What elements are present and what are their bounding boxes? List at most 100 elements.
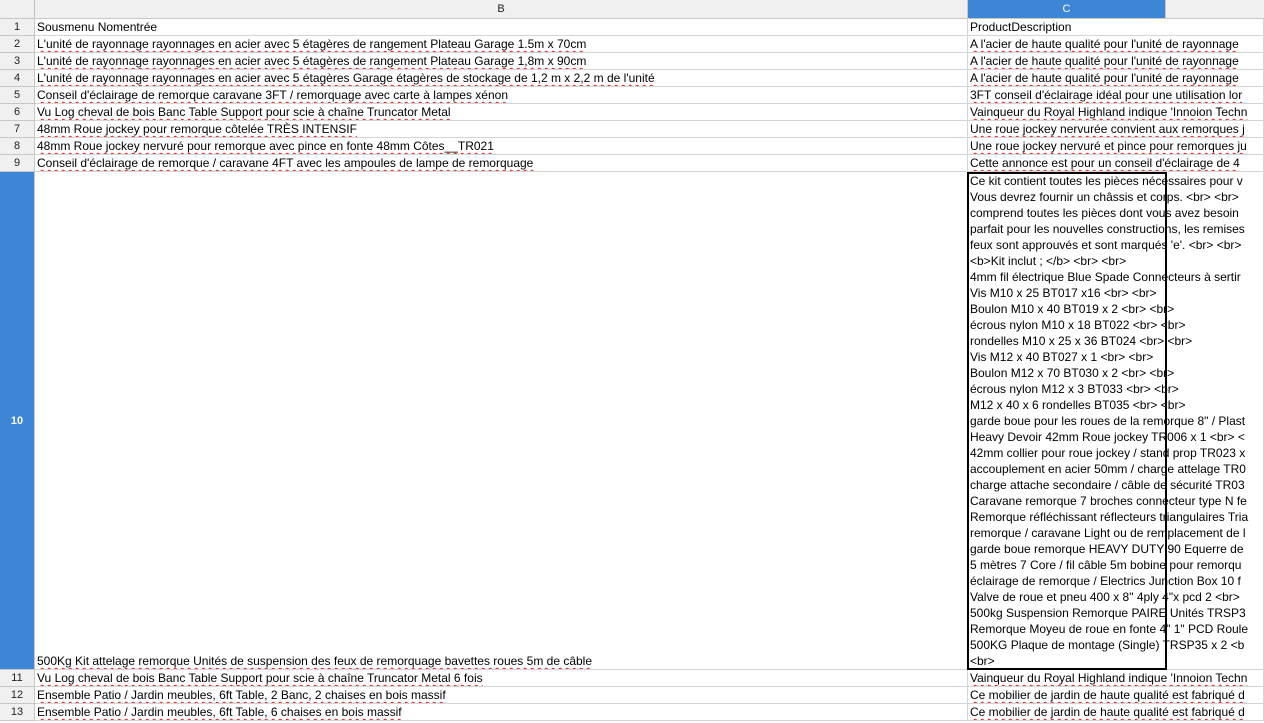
row-header-11[interactable]: 11 — [0, 670, 35, 687]
cell-c10-line: éclairage de remorque / Electrics Juncti… — [970, 574, 1241, 588]
cell-c10-line: Remorque Moyeu de roue en fonte 4" 1" PC… — [970, 622, 1249, 636]
cell-b9[interactable]: Conseil d'éclairage de remorque / carava… — [35, 155, 968, 172]
cell-c10-line: Caravane remorque 7 broches connecteur t… — [970, 494, 1247, 508]
cell-text: ProductDescription — [970, 20, 1072, 34]
cell-text: 48mm Roue jockey nervuré pour remorque a… — [37, 139, 494, 153]
cell-c10-line: comprend toutes les pièces dont vous ave… — [970, 206, 1239, 220]
cell-text: A l'acier de haute qualité pour l'unité … — [970, 54, 1239, 68]
cell-text: L'unité de rayonnage rayonnages en acier… — [37, 54, 587, 68]
cell-b2[interactable]: L'unité de rayonnage rayonnages en acier… — [35, 36, 968, 53]
cell-c10-line: charge attache secondaire / câble de séc… — [970, 478, 1245, 492]
cell-c10-line: <b>Kit inclut ; </b> <br> <br> — [970, 254, 1127, 268]
row-header-8[interactable]: 8 — [0, 138, 35, 155]
column-header-b[interactable]: B — [35, 0, 968, 19]
row-header-10[interactable]: 10 — [0, 172, 35, 670]
cell-c7[interactable]: Une roue jockey nervurée convient aux re… — [968, 121, 1264, 138]
cell-c9[interactable]: Cette annonce est pour un conseil d'écla… — [968, 155, 1264, 172]
cell-text: Vainqueur du Royal Highland indique 'Inn… — [970, 105, 1248, 119]
cell-c10-line: rondelles M10 x 25 x 36 BT024 <br> <br> — [970, 334, 1193, 348]
cell-c10-line: Vis M12 x 40 BT027 x 1 <br> <br> — [970, 350, 1154, 364]
cell-c10-line: Boulon M12 x 70 BT030 x 2 <br> <br> — [970, 366, 1175, 380]
cell-c10-line: M12 x 40 x 6 rondelles BT035 <br> <br> — [970, 398, 1186, 412]
row-header-4[interactable]: 4 — [0, 70, 35, 87]
cell-b3[interactable]: L'unité de rayonnage rayonnages en acier… — [35, 53, 968, 70]
cell-c3[interactable]: A l'acier de haute qualité pour l'unité … — [968, 53, 1264, 70]
row-header-12[interactable]: 12 — [0, 687, 35, 704]
cell-b12[interactable]: Ensemble Patio / Jardin meubles, 6ft Tab… — [35, 687, 968, 704]
spreadsheet-grid: B C 1 Sousmenu Nomentrée ProductDescriptio… — [0, 0, 1264, 723]
cell-c10-line: <br> — [970, 654, 995, 668]
row-header-5[interactable]: 5 — [0, 87, 35, 104]
row-header-6[interactable]: 6 — [0, 104, 35, 121]
cell-c10-line: garde boue remorque HEAVY DUTY 90 Equerr… — [970, 542, 1244, 556]
cell-b4[interactable]: L'unité de rayonnage rayonnages en acier… — [35, 70, 968, 87]
row-header-7[interactable]: 7 — [0, 121, 35, 138]
cell-text: Ce mobilier de jardin de haute qualité e… — [970, 688, 1245, 702]
cell-b11[interactable]: Vu Log cheval de bois Banc Table Support… — [35, 670, 968, 687]
cell-c10-line: Boulon M10 x 40 BT019 x 2 <br> <br> — [970, 302, 1175, 316]
cell-c10-line: écrous nylon M10 x 18 BT022 <br> <br> — [970, 318, 1186, 332]
cell-c10-line: 500KG Plaque de montage (Single) TRSP35 … — [970, 638, 1245, 652]
row-header-13[interactable]: 13 — [0, 704, 35, 721]
cell-c10-line: feux sont approuvés et sont marqués 'e'.… — [970, 238, 1242, 252]
cell-c10-line: parfait pour les nouvelles constructions… — [970, 222, 1245, 236]
cell-text: 500Kg Kit attelage remorque Unités de su… — [37, 654, 593, 668]
column-header-c[interactable]: C — [968, 0, 1166, 19]
cell-c10-line: Valve de roue et pneu 400 x 8" 4ply 4"x … — [970, 590, 1240, 604]
cell-b13[interactable]: Ensemble Patio / Jardin meubles, 6ft Tab… — [35, 704, 968, 721]
cell-c10-line: remorque / caravane Light ou de remplace… — [970, 526, 1246, 540]
cell-text: Ensemble Patio / Jardin meubles, 6ft Tab… — [37, 705, 402, 719]
cell-text: Conseil d'éclairage de remorque caravane… — [37, 88, 508, 102]
cell-c10-line: 4mm fil électrique Blue Spade Connecteur… — [970, 270, 1241, 284]
cell-c10-content[interactable]: Ce kit contient toutes les pièces nécess… — [968, 173, 1264, 670]
cell-text: A l'acier de haute qualité pour l'unité … — [970, 71, 1239, 85]
cell-c10-line: Vis M10 x 25 BT017 x16 <br> <br> — [970, 286, 1157, 300]
cell-text: Une roue jockey nervuré et pince pour re… — [970, 139, 1247, 153]
row-header-3[interactable]: 3 — [0, 53, 35, 70]
cell-c10-line: 42mm collier pour roue jockey / stand pr… — [970, 446, 1246, 460]
cell-text: Vu Log cheval de bois Banc Table Support… — [37, 105, 451, 119]
cell-b10[interactable]: 500Kg Kit attelage remorque Unités de su… — [35, 172, 968, 670]
cell-text: Ensemble Patio / Jardin meubles, 6ft Tab… — [37, 688, 446, 702]
cell-c4[interactable]: A l'acier de haute qualité pour l'unité … — [968, 70, 1264, 87]
cell-c10-line: Remorque réfléchissant réflecteurs trian… — [970, 510, 1249, 524]
cell-b5[interactable]: Conseil d'éclairage de remorque caravane… — [35, 87, 968, 104]
select-all-corner[interactable] — [0, 0, 35, 19]
cell-text: Une roue jockey nervurée convient aux re… — [970, 122, 1245, 136]
cell-text: Sousmenu Nomentrée — [37, 20, 158, 34]
cell-text: Ce mobilier de jardin de haute qualité e… — [970, 705, 1245, 719]
row-header-2[interactable]: 2 — [0, 36, 35, 53]
cell-c2[interactable]: A l'acier de haute qualité pour l'unité … — [968, 36, 1264, 53]
cell-c6[interactable]: Vainqueur du Royal Highland indique 'Inn… — [968, 104, 1264, 121]
cell-b8[interactable]: 48mm Roue jockey nervuré pour remorque a… — [35, 138, 968, 155]
cell-c10-line: écrous nylon M12 x 3 BT033 <br> <br> — [970, 382, 1179, 396]
cell-c10-line: Vous devrez fournir un châssis et corps.… — [970, 190, 1239, 204]
cell-text: Conseil d'éclairage de remorque / carava… — [37, 156, 534, 170]
cell-text: Vu Log cheval de bois Banc Table Support… — [37, 671, 483, 685]
cell-c10-line: 5 mètres 7 Core / fil câble 5m bobine po… — [970, 558, 1242, 572]
cell-c8[interactable]: Une roue jockey nervuré et pince pour re… — [968, 138, 1264, 155]
cell-c10-line: Heavy Devoir 42mm Roue jockey TR006 x 1 … — [970, 430, 1245, 444]
cell-b1[interactable]: Sousmenu Nomentrée — [35, 19, 968, 36]
row-header-9[interactable]: 9 — [0, 155, 35, 172]
cell-text: 48mm Roue jockey pour remorque côtelée T… — [37, 122, 357, 136]
cell-c10-line: Ce kit contient toutes les pièces nécess… — [970, 174, 1243, 188]
cell-text: L'unité de rayonnage rayonnages en acier… — [37, 71, 655, 85]
cell-text: Vainqueur du Royal Highland indique 'Inn… — [970, 671, 1248, 685]
cell-b7[interactable]: 48mm Roue jockey pour remorque côtelée T… — [35, 121, 968, 138]
cell-text: L'unité de rayonnage rayonnages en acier… — [37, 37, 587, 51]
cell-c1[interactable]: ProductDescription — [968, 19, 1264, 36]
cell-b6[interactable]: Vu Log cheval de bois Banc Table Support… — [35, 104, 968, 121]
cell-c10-line: accouplement en acier 50mm / charge atte… — [970, 462, 1246, 476]
cell-c5[interactable]: 3FT conseil d'éclairage idéal pour une u… — [968, 87, 1264, 104]
column-header-d[interactable] — [1166, 0, 1264, 19]
cell-c10-line: 500kg Suspension Remorque PAIRE Unités T… — [970, 606, 1246, 620]
cell-c13[interactable]: Ce mobilier de jardin de haute qualité e… — [968, 704, 1264, 721]
cell-c11[interactable]: Vainqueur du Royal Highland indique 'Inn… — [968, 670, 1264, 687]
cell-text: 3FT conseil d'éclairage idéal pour une u… — [970, 88, 1243, 102]
cell-text: Cette annonce est pour un conseil d'écla… — [970, 156, 1240, 170]
row-header-1[interactable]: 1 — [0, 19, 35, 36]
cell-c10-line: garde boue pour les roues de la remorque… — [970, 414, 1246, 428]
cell-c12[interactable]: Ce mobilier de jardin de haute qualité e… — [968, 687, 1264, 704]
cell-text: A l'acier de haute qualité pour l'unité … — [970, 37, 1239, 51]
